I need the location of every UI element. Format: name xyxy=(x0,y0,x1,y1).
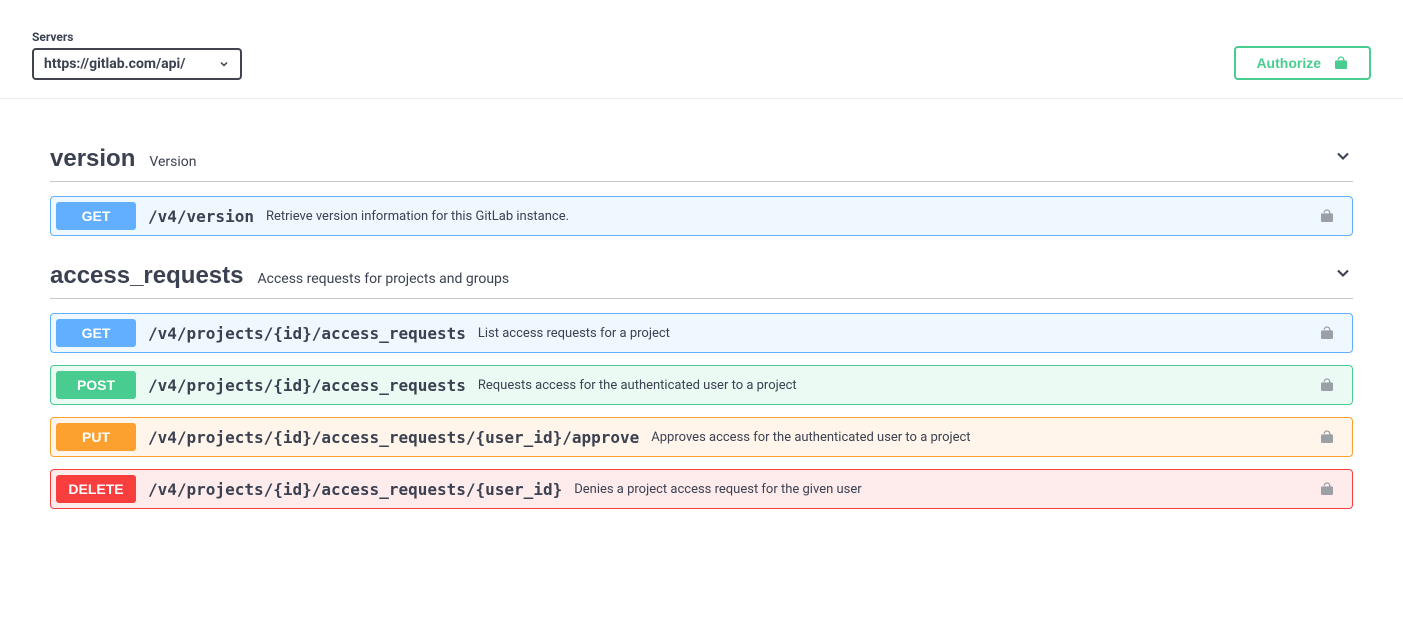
authorize-button-label: Authorize xyxy=(1256,55,1321,71)
method-badge: GET xyxy=(56,319,136,347)
tag-description: Version xyxy=(149,154,196,170)
operation-path: /v4/projects/{id}/access_requests/{user_… xyxy=(136,428,651,447)
operation-get-version[interactable]: GET /v4/version Retrieve version informa… xyxy=(50,196,1353,236)
operation-summary: List access requests for a project xyxy=(478,326,1307,341)
operation-get-access-requests[interactable]: GET /v4/projects/{id}/access_requests Li… xyxy=(50,313,1353,353)
lock-open-icon xyxy=(1307,481,1347,497)
operation-put-access-requests-approve[interactable]: PUT /v4/projects/{id}/access_requests/{u… xyxy=(50,417,1353,457)
topbar: Servers https://gitlab.com/api/ Authoriz… xyxy=(0,0,1403,99)
operation-summary: Denies a project access request for the … xyxy=(574,482,1307,497)
operation-delete-access-requests[interactable]: DELETE /v4/projects/{id}/access_requests… xyxy=(50,469,1353,509)
server-select-value: https://gitlab.com/api/ xyxy=(44,56,185,72)
tag-section-version: version Version GET /v4/version Retrieve… xyxy=(50,145,1353,236)
tag-name: access_requests xyxy=(50,262,243,290)
operation-post-access-requests[interactable]: POST /v4/projects/{id}/access_requests R… xyxy=(50,365,1353,405)
method-badge: PUT xyxy=(56,423,136,451)
content: version Version GET /v4/version Retrieve… xyxy=(0,99,1403,551)
method-badge: POST xyxy=(56,371,136,399)
operation-summary: Approves access for the authenticated us… xyxy=(651,430,1307,445)
operation-path: /v4/version xyxy=(136,207,266,226)
tag-header-left: access_requests Access requests for proj… xyxy=(50,262,509,290)
lock-open-icon xyxy=(1333,55,1349,71)
method-badge: GET xyxy=(56,202,136,230)
chevron-down-icon xyxy=(218,58,230,70)
lock-open-icon xyxy=(1307,208,1347,224)
operation-path: /v4/projects/{id}/access_requests/{user_… xyxy=(136,480,574,499)
servers-label: Servers xyxy=(32,30,242,44)
chevron-down-icon xyxy=(1333,263,1353,283)
tag-header-version[interactable]: version Version xyxy=(50,145,1353,182)
servers-block: Servers https://gitlab.com/api/ xyxy=(32,30,242,80)
tag-name: version xyxy=(50,145,135,173)
lock-open-icon xyxy=(1307,377,1347,393)
operation-path: /v4/projects/{id}/access_requests xyxy=(136,324,478,343)
operation-summary: Requests access for the authenticated us… xyxy=(478,378,1307,393)
operation-list: GET /v4/version Retrieve version informa… xyxy=(50,196,1353,236)
tag-header-left: version Version xyxy=(50,145,197,173)
tag-header-access-requests[interactable]: access_requests Access requests for proj… xyxy=(50,262,1353,299)
tag-description: Access requests for projects and groups xyxy=(257,271,509,287)
operation-summary: Retrieve version information for this Gi… xyxy=(266,209,1307,224)
tag-section-access-requests: access_requests Access requests for proj… xyxy=(50,262,1353,509)
operation-path: /v4/projects/{id}/access_requests xyxy=(136,376,478,395)
chevron-down-icon xyxy=(1333,146,1353,166)
authorize-button[interactable]: Authorize xyxy=(1234,46,1371,80)
lock-open-icon xyxy=(1307,325,1347,341)
server-select[interactable]: https://gitlab.com/api/ xyxy=(32,48,242,80)
operation-list: GET /v4/projects/{id}/access_requests Li… xyxy=(50,313,1353,509)
lock-open-icon xyxy=(1307,429,1347,445)
method-badge: DELETE xyxy=(56,475,136,503)
